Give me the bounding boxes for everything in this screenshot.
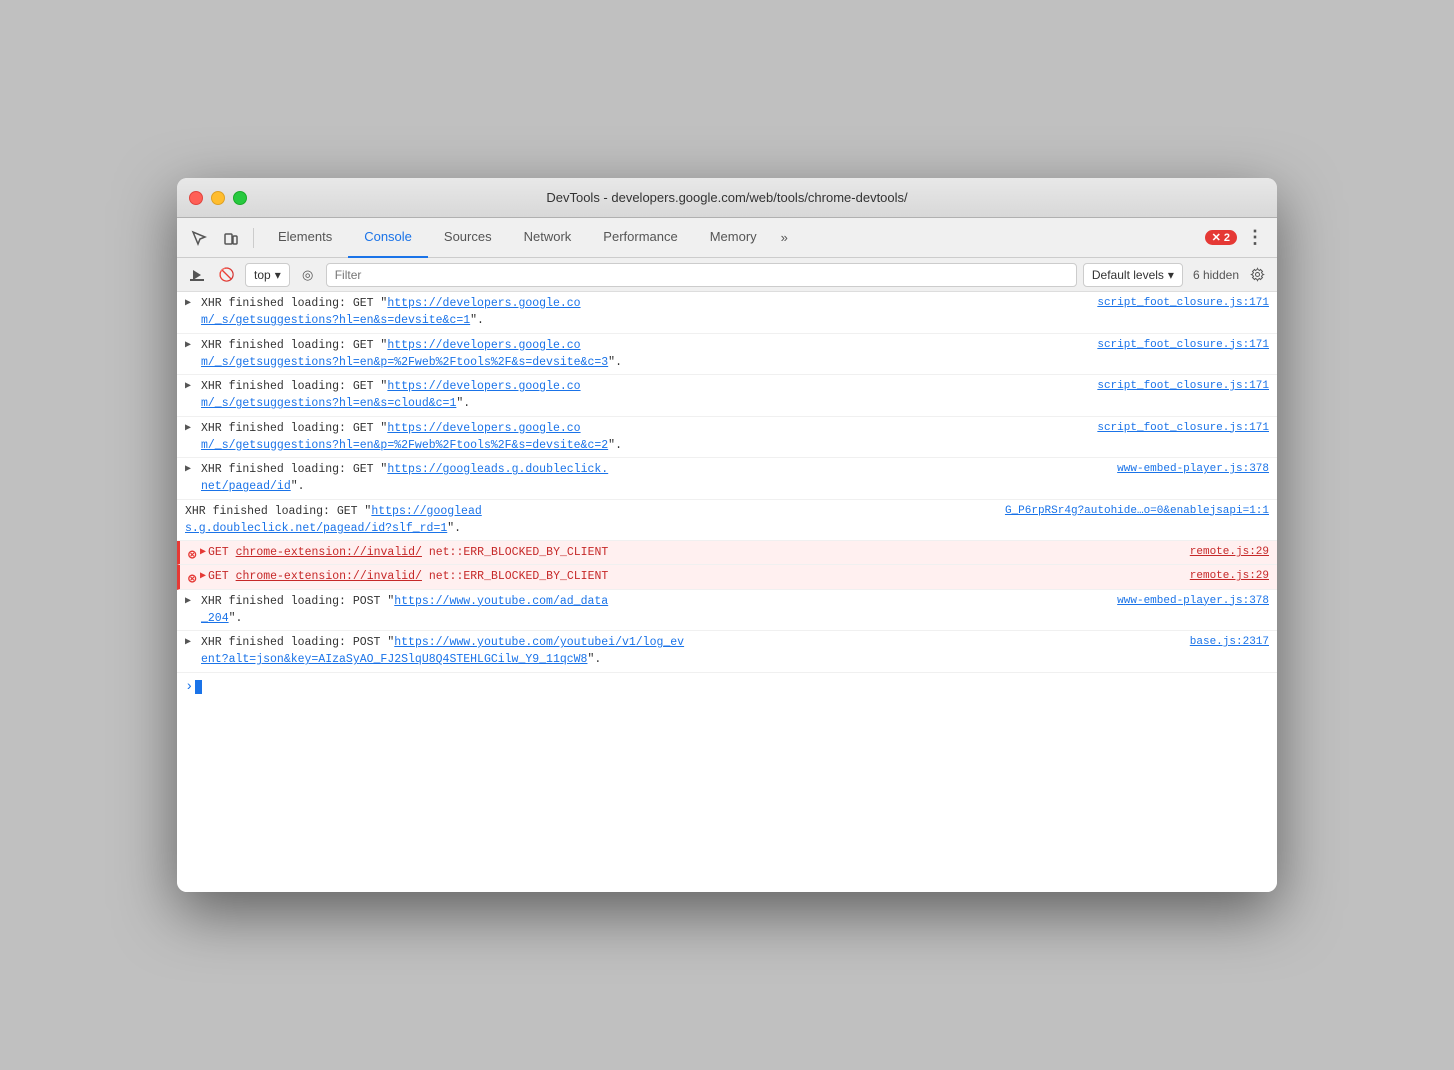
title-bar: DevTools - developers.google.com/web/too… [177, 178, 1277, 218]
levels-selector[interactable]: Default levels ▾ [1083, 263, 1183, 287]
log-entry-err1: ⊗ ▶ GET chrome-extension://invalid/ net:… [177, 541, 1277, 565]
execute-script-button[interactable] [185, 263, 209, 287]
levels-label: Default levels [1092, 268, 1164, 282]
tab-elements[interactable]: Elements [262, 218, 348, 258]
prompt-symbol: › [185, 679, 193, 695]
error-badge-x: ✕ [1212, 231, 1221, 244]
tab-sources[interactable]: Sources [428, 218, 508, 258]
tab-memory[interactable]: Memory [694, 218, 773, 258]
inspect-element-button[interactable] [185, 224, 213, 252]
context-selector[interactable]: top ▾ [245, 263, 290, 287]
error-circle-icon-2: ⊗ [188, 570, 196, 591]
tab-network[interactable]: Network [508, 218, 588, 258]
context-value: top [254, 268, 271, 282]
expand-arrow[interactable]: ▶ [200, 545, 206, 560]
expand-arrow[interactable]: ▶ [185, 421, 191, 436]
expand-arrow[interactable]: ▶ [185, 462, 191, 477]
more-options-button[interactable]: ⋮ [1241, 224, 1269, 252]
console-output: ▶ XHR finished loading: GET "https://dev… [177, 292, 1277, 892]
log-entry-xhr7: ▶ XHR finished loading: POST "https://ww… [177, 590, 1277, 632]
console-prompt[interactable]: › [177, 673, 1277, 701]
err-url-1[interactable]: chrome-extension://invalid/ [236, 546, 422, 559]
source-link-3[interactable]: script_foot_closure.js:171 [1097, 378, 1269, 395]
log-entry-xhr8: ▶ XHR finished loading: POST "https://ww… [177, 631, 1277, 673]
error-badge[interactable]: ✕ 2 [1205, 230, 1237, 245]
tab-console[interactable]: Console [348, 218, 428, 258]
more-tabs-button[interactable]: » [773, 218, 796, 258]
log-entry-xhr2: ▶ XHR finished loading: GET "https://dev… [177, 334, 1277, 376]
log-entry-xhr3: ▶ XHR finished loading: GET "https://dev… [177, 375, 1277, 417]
expand-arrow[interactable]: ▶ [185, 379, 191, 394]
expand-arrow-2[interactable]: ▶ [200, 569, 206, 584]
expand-arrow[interactable]: ▶ [185, 296, 191, 311]
tabs-container: Elements Console Sources Network Perform… [262, 218, 1201, 258]
log-entry-xhr6: XHR finished loading: GET "https://googl… [177, 500, 1277, 542]
source-link-err2[interactable]: remote.js:29 [1190, 568, 1269, 585]
block-network-button[interactable]: 🚫 [215, 263, 239, 287]
expand-arrow[interactable]: ▶ [185, 635, 191, 650]
maximize-button[interactable] [233, 191, 247, 205]
hidden-count: 6 hidden [1193, 268, 1239, 282]
source-link-err1[interactable]: remote.js:29 [1190, 544, 1269, 561]
minimize-button[interactable] [211, 191, 225, 205]
expand-arrow[interactable]: ▶ [185, 338, 191, 353]
error-count: 2 [1224, 232, 1230, 244]
source-link-4[interactable]: script_foot_closure.js:171 [1097, 420, 1269, 437]
tab-performance[interactable]: Performance [587, 218, 693, 258]
source-link-1[interactable]: script_foot_closure.js:171 [1097, 295, 1269, 312]
source-link-6[interactable]: G_P6rpRSr4g?autohide…o=0&enablejsapi=1:1 [1005, 503, 1269, 520]
toolbar-right: ✕ 2 ⋮ [1205, 224, 1269, 252]
err-url-2[interactable]: chrome-extension://invalid/ [236, 570, 422, 583]
source-link-8[interactable]: base.js:2317 [1190, 634, 1269, 651]
toolbar-divider [253, 228, 254, 248]
close-button[interactable] [189, 191, 203, 205]
console-toolbar: 🚫 top ▾ ◎ Default levels ▾ 6 hidden [177, 258, 1277, 292]
source-link-7[interactable]: www-embed-player.js:378 [1117, 593, 1269, 610]
tab-bar: Elements Console Sources Network Perform… [177, 218, 1277, 258]
log-entry-xhr4: ▶ XHR finished loading: GET "https://dev… [177, 417, 1277, 459]
console-settings-button[interactable] [1245, 263, 1269, 287]
source-link-5[interactable]: www-embed-player.js:378 [1117, 461, 1269, 478]
log-entry-xhr1: ▶ XHR finished loading: GET "https://dev… [177, 292, 1277, 334]
log-entry-xhr5: ▶ XHR finished loading: GET "https://goo… [177, 458, 1277, 500]
error-circle-icon: ⊗ [188, 546, 196, 567]
levels-arrow: ▾ [1168, 268, 1174, 282]
device-toolbar-button[interactable] [217, 224, 245, 252]
context-arrow: ▾ [275, 268, 281, 282]
devtools-window: DevTools - developers.google.com/web/too… [177, 178, 1277, 892]
traffic-lights [189, 191, 247, 205]
filter-input[interactable] [326, 263, 1077, 287]
log-entry-err2: ⊗ ▶ GET chrome-extension://invalid/ net:… [177, 565, 1277, 589]
source-link-2[interactable]: script_foot_closure.js:171 [1097, 337, 1269, 354]
window-title: DevTools - developers.google.com/web/too… [546, 190, 907, 205]
preserve-log-button[interactable]: ◎ [296, 263, 320, 287]
prompt-cursor [195, 680, 202, 694]
expand-arrow[interactable]: ▶ [185, 594, 191, 609]
